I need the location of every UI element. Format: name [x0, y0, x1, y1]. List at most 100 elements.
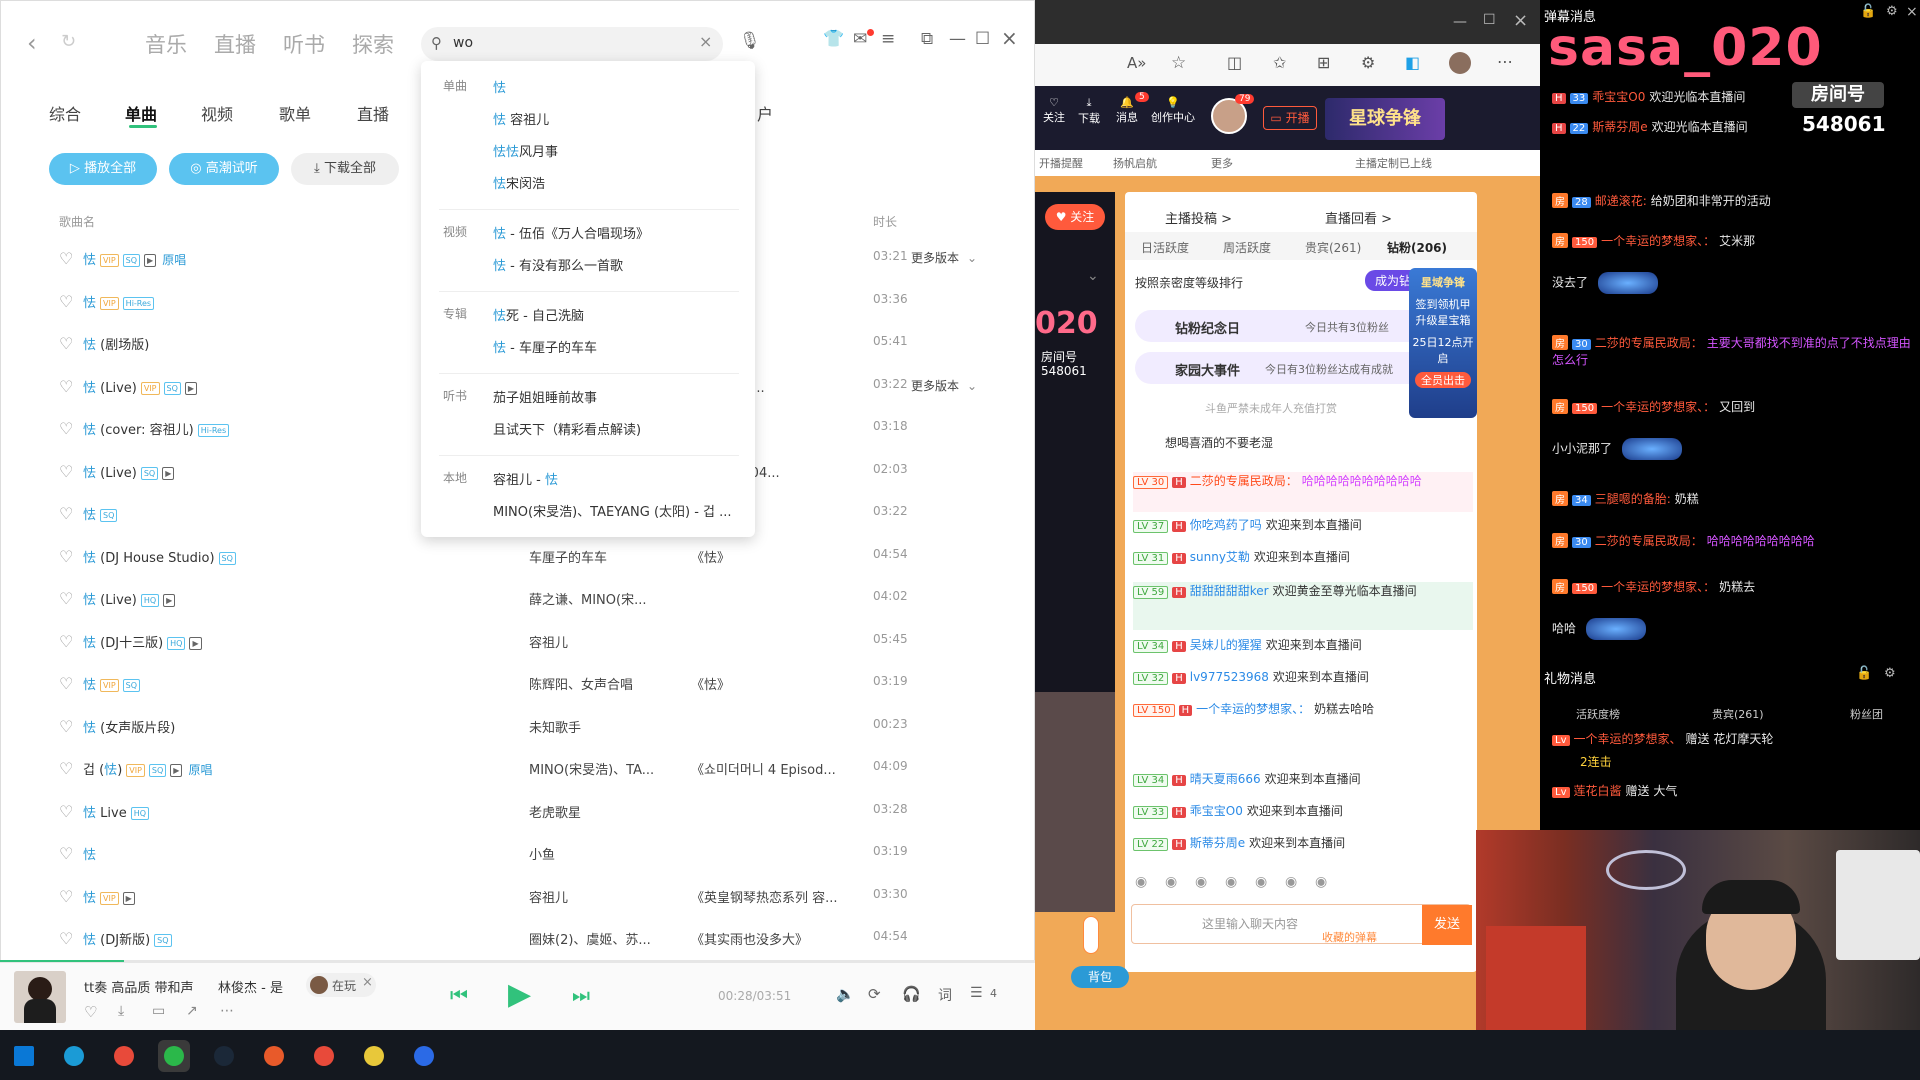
subnav-more[interactable]: 更多: [1211, 155, 1233, 171]
collected-danmaku-link[interactable]: 收藏的弹幕: [1322, 929, 1377, 945]
song-row[interactable]: ♡ 怯 (DJ十三版) HQ ▶ 容祖儿 05:45: [1, 620, 1034, 662]
rank-tab[interactable]: 周活跃度: [1223, 239, 1271, 256]
mini-mode-icon[interactable]: ⧉: [921, 29, 933, 49]
chat-message[interactable]: LV 59 H 甜甜甜甜甜ker 欢迎黄金至尊光临本直播间: [1133, 582, 1473, 630]
song-artist[interactable]: 老虎歌星: [529, 802, 581, 821]
heart-icon[interactable]: ♡: [59, 292, 73, 311]
subnav-custom[interactable]: 主播定制已上线: [1355, 155, 1432, 171]
gift-lock-icon[interactable]: 🔓: [1856, 666, 1872, 681]
chat-message[interactable]: LV 22 H 斯蒂芬周e 欢迎来到本直播间: [1133, 834, 1473, 856]
send-button[interactable]: 发送: [1422, 905, 1472, 945]
search-input[interactable]: wo: [453, 35, 473, 51]
subnav-reminder[interactable]: 开播提醒: [1039, 155, 1083, 171]
song-title[interactable]: 怯 (DJ新版) SQ: [83, 929, 172, 948]
heart-icon[interactable]: ♡: [59, 717, 73, 736]
heart-icon[interactable]: ♡: [59, 887, 73, 906]
song-title[interactable]: 怯 (Live) VIP SQ ▶: [83, 377, 198, 396]
song-title[interactable]: 怯 (女声版片段): [83, 717, 175, 736]
favorites-icon[interactable]: ✩: [1273, 53, 1286, 72]
chat-username[interactable]: 斯蒂芬周e: [1190, 836, 1245, 850]
tab-live[interactable]: 直播: [357, 101, 389, 125]
song-artist[interactable]: 容祖儿: [529, 632, 568, 651]
chat-message[interactable]: LV 37 H 你吃鸡药了吗 欢迎来到本直播间: [1133, 516, 1473, 538]
song-artist[interactable]: 薛之谦、MINO(宋...: [529, 589, 646, 608]
song-title[interactable]: 怯 (DJ十三版) HQ ▶: [83, 632, 202, 651]
collections-icon[interactable]: ⊞: [1317, 53, 1330, 72]
suggest-item[interactable]: 怯 - 伍佰《万人合唱现场》: [493, 223, 649, 242]
suggest-item[interactable]: 怯 - 有没有那么一首歌: [493, 255, 623, 274]
chat-message[interactable]: LV 31 Hsunny艾勒 欢迎来到本直播间: [1133, 548, 1473, 570]
tab-songs[interactable]: 单曲: [125, 101, 157, 125]
clear-icon[interactable]: ×: [699, 32, 712, 51]
heart-icon[interactable]: ♡: [59, 759, 73, 778]
rank-tab[interactable]: 钻粉(206): [1387, 239, 1447, 256]
play-all-button[interactable]: ▷ 播放全部: [49, 153, 157, 185]
quality-badge[interactable]: ▶: [170, 764, 183, 777]
netease-music-icon[interactable]: [308, 1040, 340, 1072]
chat-username[interactable]: 吴妹儿的猩猩: [1190, 638, 1262, 652]
gift-tab-activity[interactable]: 活跃度榜: [1576, 706, 1620, 722]
song-album[interactable]: 《其实雨也没多大》: [691, 929, 808, 948]
extension-icon[interactable]: ⚙: [1361, 53, 1375, 72]
home-event-card[interactable]: 家园大事件 今日有3位粉丝达成有成就: [1135, 352, 1435, 384]
tab-all[interactable]: 综合: [49, 101, 81, 125]
mail-icon[interactable]: ✉: [853, 29, 867, 49]
chat-message[interactable]: LV 150 H 一个幸运的梦想家、： 奶糕去哈哈: [1133, 700, 1473, 756]
follow-button[interactable]: ♥ 关注: [1045, 204, 1105, 230]
profile-avatar[interactable]: [1449, 52, 1471, 74]
heart-icon[interactable]: ♡: [59, 929, 73, 948]
tab-users[interactable]: 户: [757, 101, 773, 125]
song-title[interactable]: 怯 (剧场版): [83, 334, 149, 353]
header-download[interactable]: ⤓ 下载: [1071, 96, 1107, 126]
edge-icon[interactable]: [58, 1040, 90, 1072]
text-icon[interactable]: ◉: [1225, 874, 1237, 890]
header-follow[interactable]: ♡ 关注: [1039, 96, 1069, 125]
heart-icon[interactable]: ♡: [59, 334, 73, 353]
chat-username[interactable]: sunny艾勒: [1190, 550, 1250, 564]
maximize-icon[interactable]: ☐: [975, 29, 990, 49]
horn-icon[interactable]: ◉: [1165, 874, 1177, 890]
comment-icon[interactable]: ▭: [152, 1003, 165, 1019]
more-versions-button[interactable]: 更多版本 ⌄: [911, 377, 977, 394]
song-row[interactable]: ♡ 怯 (女声版片段) 未知歌手 00:23: [1, 705, 1034, 747]
expand-icon[interactable]: ⌄: [1087, 268, 1099, 284]
chrome-icon[interactable]: [108, 1040, 140, 1072]
settings-more-icon[interactable]: ⋯: [1497, 52, 1513, 71]
suggest-item[interactable]: 怯宋闵浩: [493, 173, 545, 192]
song-album[interactable]: 《쇼미더머니 4 Episod...: [691, 759, 836, 778]
suggest-item[interactable]: 怯怯风月事: [493, 141, 558, 160]
lock-icon[interactable]: 🔓: [1860, 4, 1876, 19]
gift-icon[interactable]: ◉: [1285, 874, 1297, 890]
close-chip-icon[interactable]: ×: [362, 975, 373, 990]
heart-icon[interactable]: ♡: [59, 802, 73, 821]
minimize-icon[interactable]: —: [1453, 14, 1467, 30]
nav-live[interactable]: 直播: [214, 29, 256, 59]
song-artist[interactable]: 陈辉阳、女声合唱: [529, 674, 633, 693]
chat-username[interactable]: 晴天夏雨666: [1190, 772, 1261, 786]
song-artist[interactable]: 容祖儿: [529, 887, 568, 906]
suggest-item[interactable]: 怯: [493, 77, 506, 96]
edge-app-icon[interactable]: ◧: [1405, 53, 1420, 72]
app5-icon[interactable]: [258, 1040, 290, 1072]
search-box[interactable]: ⚲ wo ×: [421, 27, 723, 61]
nav-music[interactable]: 音乐: [145, 29, 187, 59]
song-album[interactable]: 《英皇钢琴热恋系列 容...: [691, 887, 838, 906]
overlay-close-icon[interactable]: ×: [1906, 4, 1918, 20]
now-playing-artist[interactable]: 林俊杰 - 是: [218, 977, 283, 996]
suggest-item[interactable]: 怯 - 车厘子的车车: [493, 337, 597, 356]
song-row[interactable]: ♡ 怯 VIP SQ 陈辉阳、女声合唱 《怯》 03:19: [1, 662, 1034, 704]
app7-icon[interactable]: [358, 1040, 390, 1072]
kugou-icon[interactable]: [408, 1040, 440, 1072]
chat-username[interactable]: 你吃鸡药了吗: [1190, 518, 1262, 532]
event-banner[interactable]: 星球争锋: [1325, 98, 1445, 140]
song-title[interactable]: 怯 VIP Hi-Res: [83, 292, 155, 311]
heart-icon[interactable]: ♡: [59, 674, 73, 693]
tab-videos[interactable]: 视频: [201, 101, 233, 125]
now-playing-title[interactable]: tt奏 高品质 带和声: [84, 977, 193, 996]
prev-icon[interactable]: ⏮: [450, 983, 468, 1007]
heart-icon[interactable]: ♡: [59, 632, 73, 651]
song-row[interactable]: ♡ 怯 VIP ▶ 容祖儿 《英皇钢琴热恋系列 容... 03:30: [1, 875, 1034, 917]
song-title[interactable]: 怯 Live HQ: [83, 802, 150, 821]
suggest-item[interactable]: 容祖儿 - 怯: [493, 469, 558, 488]
favorite-icon[interactable]: ☆: [1171, 53, 1186, 73]
